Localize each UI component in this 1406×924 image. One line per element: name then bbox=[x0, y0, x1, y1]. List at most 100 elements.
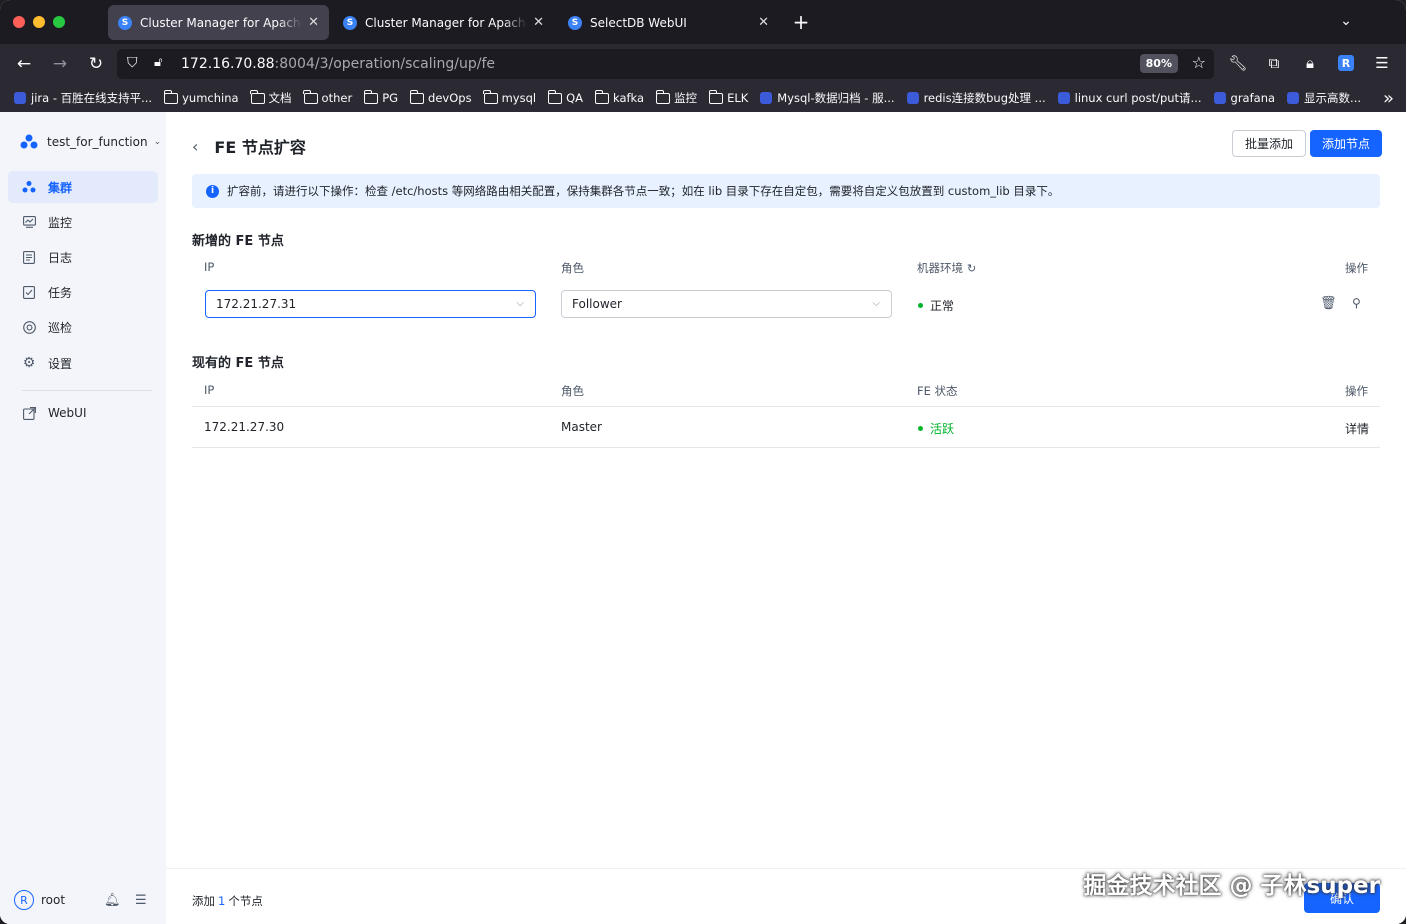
back-chevron-icon[interactable]: ‹ bbox=[192, 137, 198, 156]
extension-r-icon[interactable]: R bbox=[1336, 52, 1356, 74]
status-dot bbox=[918, 303, 923, 308]
browser-window: S Cluster Manager for Apache Doris ✕ S C… bbox=[0, 0, 1406, 924]
external-link-icon bbox=[22, 406, 36, 420]
new-tab-icon[interactable]: + bbox=[789, 10, 813, 34]
ip-select[interactable]: 172.21.27.31 ⌵ bbox=[205, 290, 536, 318]
user-name[interactable]: root bbox=[41, 893, 65, 907]
lock-icon[interactable]: 🔓︎ bbox=[154, 55, 162, 70]
bookmark-item[interactable]: linux curl post/put请... bbox=[1057, 90, 1202, 106]
folder-icon bbox=[547, 89, 563, 104]
delete-trash-icon[interactable]: 🗑︎ bbox=[1320, 296, 1337, 311]
existing-fe-section-title: 现有的 FE 节点 bbox=[192, 356, 284, 371]
folder-icon bbox=[483, 89, 498, 104]
bookmark-item[interactable]: 文档 bbox=[250, 89, 292, 106]
sidebar-item-cluster[interactable]: 集群 bbox=[8, 171, 158, 203]
bookmark-item[interactable]: devOps bbox=[409, 89, 472, 105]
folder-icon bbox=[163, 89, 179, 104]
avatar[interactable]: R bbox=[14, 890, 34, 910]
cluster-name: test_for_function bbox=[47, 135, 148, 149]
role-select[interactable]: Follower ⌵ bbox=[561, 290, 892, 318]
fe-status: 活跃 bbox=[918, 420, 954, 437]
batch-add-button[interactable]: 批量添加 bbox=[1232, 130, 1307, 157]
cluster-switcher[interactable]: test_for_function ⌄ bbox=[20, 134, 161, 150]
column-header-env: 机器环境 ↻ bbox=[917, 261, 977, 275]
folder-icon bbox=[594, 89, 609, 104]
node-config-icon[interactable]: ⚲ bbox=[1352, 296, 1361, 310]
bookmark-item[interactable]: PG bbox=[363, 89, 398, 105]
bookmark-star-icon[interactable]: ☆ bbox=[1192, 53, 1206, 72]
folder-icon bbox=[363, 89, 379, 104]
close-window-button[interactable] bbox=[13, 16, 25, 28]
column-header-role: 角色 bbox=[561, 261, 584, 275]
sidebar-item-webui[interactable]: WebUI bbox=[8, 397, 158, 429]
reload-icon[interactable]: ↻ bbox=[84, 52, 108, 76]
doris-favicon-icon: S bbox=[118, 15, 132, 30]
bookmark-item[interactable]: other bbox=[303, 89, 352, 105]
minimize-window-button[interactable] bbox=[33, 16, 45, 28]
bookmark-item[interactable]: jira - 百胜在线支持平... bbox=[14, 90, 152, 106]
site-favicon-icon bbox=[1057, 92, 1070, 104]
site-favicon-icon bbox=[1213, 92, 1226, 104]
table-divider bbox=[192, 406, 1380, 407]
tab-list-chevron-icon[interactable]: ⌄ bbox=[1334, 9, 1358, 33]
address-bar[interactable]: ⛉ 🔓︎ 172.16.70.88:8004/3/operation/scali… bbox=[117, 49, 1214, 79]
extensions-icon[interactable]: ⧉ bbox=[1264, 52, 1284, 74]
sidebar-item-settings[interactable]: ⚙ 设置 bbox=[8, 347, 158, 379]
bookmark-item[interactable]: QA bbox=[547, 89, 583, 105]
zoom-level-badge[interactable]: 80% bbox=[1139, 54, 1178, 73]
site-favicon-icon bbox=[14, 92, 26, 104]
folder-icon bbox=[409, 89, 425, 104]
bookmark-item[interactable]: grafana bbox=[1213, 91, 1275, 105]
details-link[interactable]: 详情 bbox=[1345, 420, 1369, 437]
forward-arrow-icon[interactable]: → bbox=[48, 52, 72, 76]
close-tab-icon[interactable]: ✕ bbox=[758, 15, 769, 30]
back-arrow-icon[interactable]: ← bbox=[12, 52, 36, 76]
bookmark-item[interactable]: mysql bbox=[483, 89, 536, 105]
page-title: ‹ FE 节点扩容 bbox=[192, 136, 306, 158]
site-favicon-icon bbox=[760, 92, 773, 104]
sidebar-item-monitor[interactable]: 监控 bbox=[8, 206, 158, 238]
more-bookmarks-icon[interactable]: » bbox=[1376, 87, 1394, 109]
collapse-menu-icon[interactable]: ☰ bbox=[135, 893, 147, 908]
selectdb-favicon-icon: S bbox=[568, 15, 582, 30]
browser-tab[interactable]: S SelectDB WebUI ✕ bbox=[558, 5, 779, 40]
browser-tab[interactable]: S Cluster Manager for Apache Doris ✕ bbox=[108, 5, 329, 40]
shield-icon[interactable]: ⛉ bbox=[127, 55, 138, 71]
bookmark-item[interactable]: 显示高数... bbox=[1287, 90, 1361, 106]
sidebar-item-label: 监控 bbox=[48, 215, 73, 230]
browser-tab[interactable]: S Cluster Manager for Apache Doris ✕ bbox=[333, 5, 554, 40]
chevron-down-icon: ⌄ bbox=[153, 137, 162, 147]
sidebar-item-task[interactable]: 任务 bbox=[8, 276, 158, 308]
bookmark-item[interactable]: redis连接数bug处理 ... bbox=[906, 90, 1046, 106]
chevron-down-icon: ⌵ bbox=[872, 298, 880, 309]
bell-icon[interactable]: 🔔︎ bbox=[104, 893, 121, 908]
folder-icon bbox=[708, 89, 724, 104]
bookmark-item[interactable]: kafka bbox=[594, 89, 644, 105]
sidebar-item-label: 设置 bbox=[48, 356, 73, 371]
info-alert: i 扩容前，请进行以下操作：检查 /etc/hosts 等网络路由相关配置，保持… bbox=[192, 174, 1380, 208]
bookmark-item[interactable]: 监控 bbox=[655, 89, 697, 106]
app-page: test_for_function ⌄ 集群 监控 日志 任务 巡检 ⚙ 设置 … bbox=[0, 112, 1406, 924]
add-node-button[interactable]: 添加节点 bbox=[1310, 130, 1383, 157]
table-divider bbox=[192, 447, 1380, 448]
main-content: ‹ FE 节点扩容 批量添加 添加节点 i 扩容前，请进行以下操作：检查 /et… bbox=[166, 112, 1406, 924]
column-header-ops: 操作 bbox=[1345, 384, 1368, 398]
refresh-icon[interactable]: ↻ bbox=[967, 262, 976, 275]
bookmark-item[interactable]: Mysql-数据归档 - 服... bbox=[760, 90, 895, 106]
sidebar-divider bbox=[22, 390, 152, 391]
sidebar-item-log[interactable]: 日志 bbox=[8, 241, 158, 273]
bookmark-item[interactable]: yumchina bbox=[163, 89, 239, 105]
close-tab-icon[interactable]: ✕ bbox=[533, 15, 544, 30]
wrench-icon[interactable]: 🔧︎ bbox=[1228, 52, 1248, 74]
sidebar-item-inspect[interactable]: 巡检 bbox=[8, 311, 158, 343]
close-tab-icon[interactable]: ✕ bbox=[308, 15, 319, 30]
url-text[interactable]: 172.16.70.88:8004/3/operation/scaling/up… bbox=[181, 56, 495, 72]
sidebar-item-label: 集群 bbox=[48, 180, 73, 195]
column-header-fe-status: FE 状态 bbox=[917, 384, 958, 398]
bookmark-item[interactable]: ELK bbox=[708, 89, 748, 105]
monitor-icon bbox=[22, 215, 36, 229]
info-icon: i bbox=[206, 184, 219, 198]
padlock-icon[interactable]: 🔒︎ bbox=[1300, 52, 1320, 74]
maximize-window-button[interactable] bbox=[53, 16, 65, 28]
hamburger-menu-icon[interactable]: ☰ bbox=[1372, 52, 1392, 74]
